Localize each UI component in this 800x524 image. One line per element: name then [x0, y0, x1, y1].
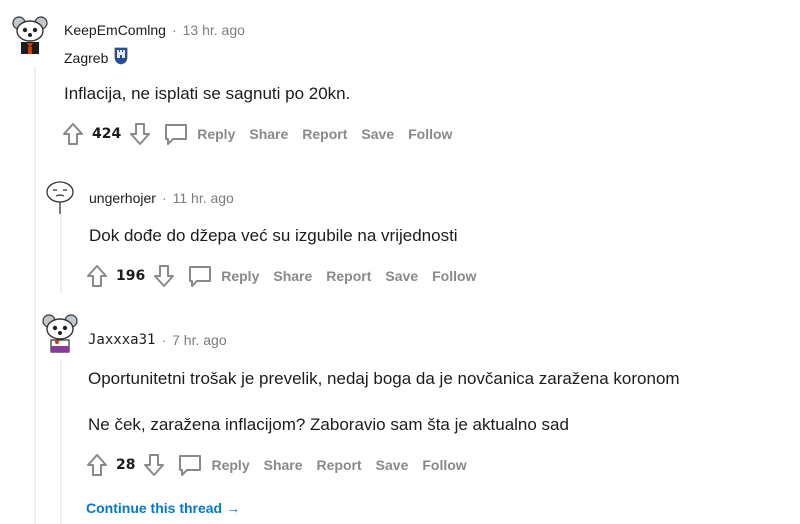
- comment-bubble-icon: [187, 264, 213, 288]
- comment-timestamp[interactable]: 7 hr. ago: [172, 332, 227, 348]
- comment-timestamp[interactable]: 13 hr. ago: [183, 22, 245, 38]
- user-flair: Zagreb: [64, 49, 109, 66]
- downvote-icon[interactable]: [129, 122, 151, 146]
- snoo-outline-avatar-icon[interactable]: [42, 178, 78, 222]
- comment-body-paragraph-2: Ne ček, zaražena inflacijom? Zaboravio s…: [88, 415, 569, 434]
- vote-score: 28: [116, 457, 136, 473]
- comment-author[interactable]: ungerhojer: [89, 190, 156, 206]
- continue-thread-label: Continue this thread: [86, 500, 223, 516]
- continue-thread-link[interactable]: Continue this thread →: [86, 500, 240, 516]
- upvote-icon[interactable]: [86, 453, 108, 477]
- vote-score: 424: [92, 126, 122, 142]
- follow-button[interactable]: Follow: [432, 268, 476, 284]
- reply-button[interactable]: Reply: [187, 264, 259, 288]
- snoo-avatar-icon[interactable]: [10, 14, 50, 58]
- report-button[interactable]: Report: [302, 126, 347, 142]
- comment-bubble-icon: [163, 122, 189, 146]
- reply-label: Reply: [221, 268, 260, 284]
- comment-author[interactable]: KeepEmComlng: [64, 22, 166, 38]
- meta-separator: ·: [161, 190, 167, 206]
- thread-line-reply-1[interactable]: [60, 214, 62, 294]
- meta-separator: ·: [161, 332, 167, 348]
- share-button[interactable]: Share: [249, 126, 288, 142]
- upvote-icon[interactable]: [86, 264, 108, 288]
- share-button[interactable]: Share: [273, 268, 312, 284]
- comment-timestamp[interactable]: 11 hr. ago: [173, 190, 234, 206]
- comment-body-paragraph-1: Oportunitetni trošak je prevelik, nedaj …: [88, 369, 680, 388]
- save-button[interactable]: Save: [376, 457, 409, 473]
- reply-label: Reply: [211, 457, 250, 473]
- save-button[interactable]: Save: [361, 126, 394, 142]
- thread-line-root[interactable]: [34, 66, 36, 524]
- save-button[interactable]: Save: [385, 268, 418, 284]
- report-button[interactable]: Report: [317, 457, 362, 473]
- comment-author[interactable]: Jaxxxa31: [88, 332, 155, 348]
- downvote-icon[interactable]: [143, 453, 165, 477]
- thread-line-reply-2[interactable]: [60, 360, 62, 524]
- follow-button[interactable]: Follow: [422, 457, 466, 473]
- vote-score: 196: [116, 268, 146, 284]
- share-button[interactable]: Share: [264, 457, 303, 473]
- downvote-icon[interactable]: [153, 264, 175, 288]
- zagreb-coat-of-arms-icon: [114, 47, 128, 68]
- follow-button[interactable]: Follow: [408, 126, 452, 142]
- comment-body: Dok dođe do džepa već su izgubile na vri…: [89, 226, 458, 245]
- reply-label: Reply: [197, 126, 236, 142]
- reply-button[interactable]: Reply: [177, 453, 250, 477]
- arrow-right-icon: →: [226, 500, 241, 516]
- meta-separator: ·: [171, 22, 177, 38]
- upvote-icon[interactable]: [62, 122, 84, 146]
- reply-button[interactable]: Reply: [163, 122, 235, 146]
- comment-bubble-icon: [177, 453, 203, 477]
- snoo-avatar-icon[interactable]: [40, 312, 80, 356]
- report-button[interactable]: Report: [326, 268, 371, 284]
- comment-body: Inflacija, ne isplati se sagnuti po 20kn…: [64, 84, 351, 103]
